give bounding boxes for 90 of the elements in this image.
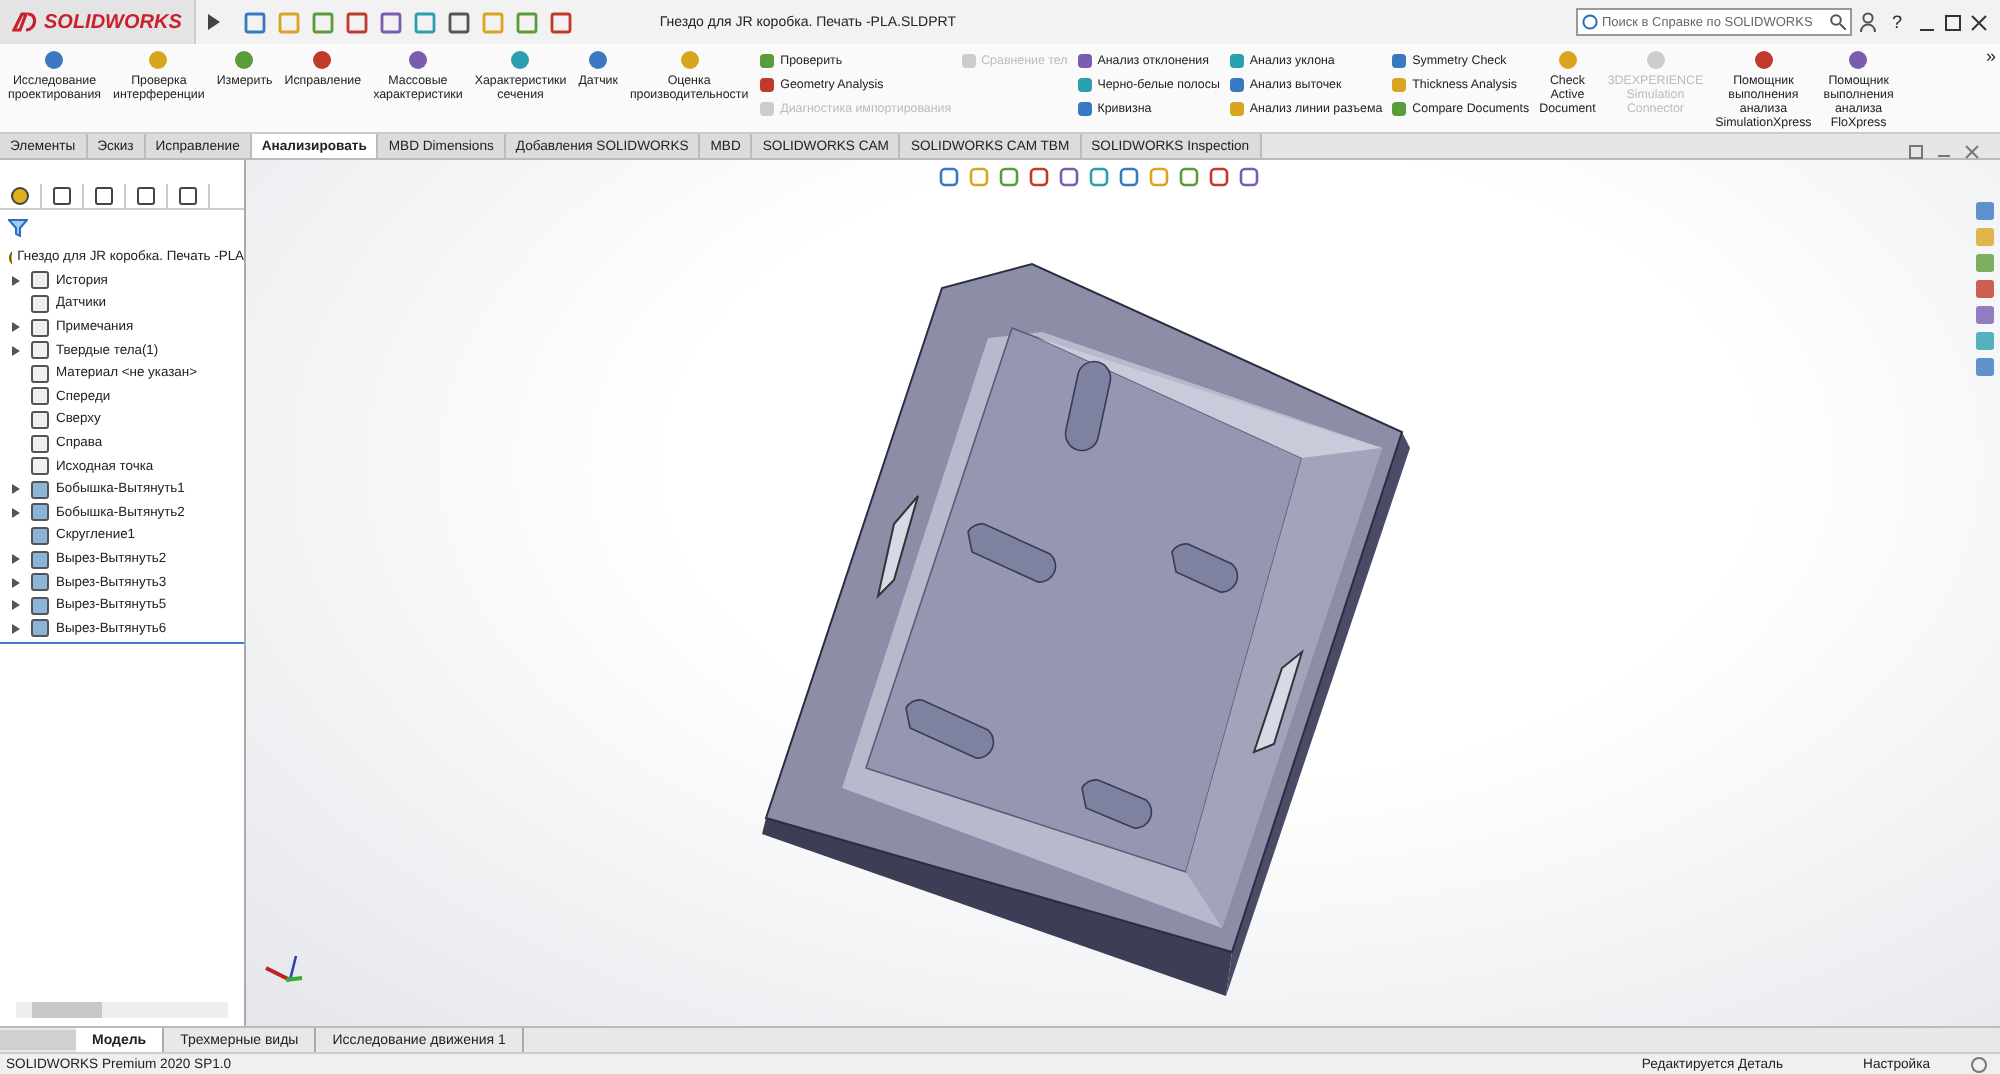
feature-icon <box>30 317 50 338</box>
feature-icon <box>30 270 50 291</box>
circle-icon <box>1751 48 1776 72</box>
logo-icon <box>12 10 40 34</box>
square-icon <box>1227 75 1246 93</box>
feature-icon <box>30 363 50 384</box>
user-icon[interactable] <box>1859 12 1876 32</box>
help-icon <box>1581 14 1598 30</box>
quick-access-icon[interactable] <box>413 11 436 33</box>
feature-icon <box>30 479 50 500</box>
square-icon <box>1075 75 1094 93</box>
feature-icon <box>30 502 50 523</box>
square-icon <box>1390 51 1409 69</box>
view-tool-icon[interactable] <box>1238 166 1260 188</box>
view-tool-icon[interactable] <box>1178 166 1200 188</box>
view-tool-icon[interactable] <box>1208 166 1230 188</box>
expand-icon[interactable] <box>12 577 20 588</box>
view-tool-icon[interactable] <box>1028 166 1050 188</box>
task-pane-icon[interactable] <box>1974 304 1996 326</box>
expand-icon[interactable] <box>12 275 20 286</box>
maximize-icon[interactable] <box>1944 13 1962 31</box>
quick-access-icon[interactable] <box>243 11 266 33</box>
feature-icon <box>30 549 50 570</box>
quick-access-icon[interactable] <box>311 11 334 33</box>
panel-tab-icon <box>52 186 72 206</box>
task-pane-icon[interactable] <box>1974 200 1996 222</box>
expand-icon[interactable] <box>12 345 20 356</box>
expand-icon[interactable] <box>12 554 20 565</box>
square-icon <box>1390 99 1409 117</box>
square-icon <box>1075 51 1094 69</box>
scrollbar[interactable] <box>16 1002 228 1018</box>
quick-access-icon[interactable] <box>515 11 538 33</box>
app-logo[interactable]: SOLIDWORKS <box>0 0 196 44</box>
circle-icon <box>405 48 430 72</box>
feature-icon <box>30 409 50 430</box>
task-pane-icon[interactable] <box>1974 356 1996 378</box>
square-icon <box>1227 51 1246 69</box>
feature-icon <box>30 433 50 454</box>
circle-icon <box>310 48 335 72</box>
play-icon[interactable] <box>207 14 220 30</box>
view-tool-icon[interactable] <box>1088 166 1110 188</box>
quick-access-icon[interactable] <box>345 11 368 33</box>
filter-icon[interactable] <box>8 218 28 238</box>
expand-icon[interactable] <box>12 600 20 611</box>
circle-icon <box>1555 48 1580 72</box>
feature-icon <box>30 572 50 593</box>
expand-icon[interactable] <box>12 623 20 634</box>
restore-icon[interactable] <box>1908 144 1924 160</box>
circle-icon <box>586 48 611 72</box>
help-button[interactable]: ? <box>1891 12 1902 32</box>
view-tool-icon[interactable] <box>1058 166 1080 188</box>
expand-icon[interactable] <box>12 322 20 333</box>
square-icon <box>959 51 978 69</box>
circle-icon <box>677 48 702 72</box>
circle-icon <box>1846 48 1871 72</box>
feature-icon <box>30 618 50 639</box>
quick-access-icon[interactable] <box>379 11 402 33</box>
app-name: SOLIDWORKS <box>44 11 182 33</box>
square-icon <box>1075 99 1094 117</box>
chat-icon[interactable] <box>1970 1055 1988 1073</box>
view-tool-icon[interactable] <box>938 166 960 188</box>
quick-access-icon[interactable] <box>549 11 572 33</box>
view-tool-icon[interactable] <box>1118 166 1140 188</box>
square-icon <box>1227 99 1246 117</box>
feature-icon <box>30 293 50 314</box>
panel-tab-icon <box>178 186 198 206</box>
circle-icon <box>146 48 171 72</box>
expand-icon[interactable] <box>12 507 20 518</box>
square-icon <box>758 75 777 93</box>
expand-icon[interactable] <box>12 484 20 495</box>
feature-icon <box>30 340 50 361</box>
circle-icon <box>42 48 67 72</box>
close-icon[interactable] <box>1970 13 1988 31</box>
panel-tab-icon <box>94 186 114 206</box>
feature-icon <box>30 456 50 477</box>
circle-icon <box>508 48 533 72</box>
task-pane-icon[interactable] <box>1974 278 1996 300</box>
more-button[interactable]: » <box>1985 46 1996 66</box>
square-icon <box>758 99 777 117</box>
circle-icon <box>232 48 257 72</box>
panel-tab-icon <box>136 186 156 206</box>
quick-access-icon[interactable] <box>447 11 470 33</box>
search-icon <box>1829 14 1846 30</box>
view-tool-icon[interactable] <box>998 166 1020 188</box>
square-icon <box>758 51 777 69</box>
square-icon <box>1390 75 1409 93</box>
feature-icon <box>30 386 50 407</box>
panel-tab-icon <box>10 186 30 206</box>
feature-icon <box>30 525 50 546</box>
feature-icon <box>30 595 50 616</box>
